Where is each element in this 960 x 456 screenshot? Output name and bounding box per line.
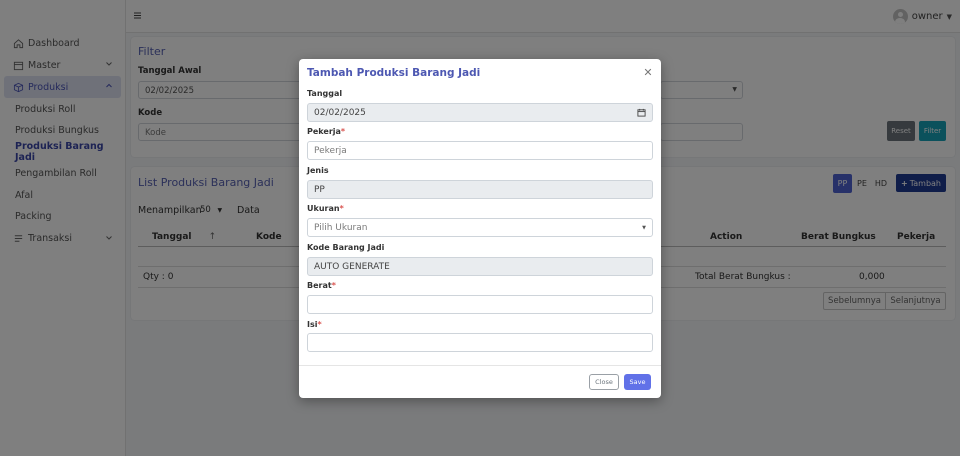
pekerja-label: Pekerja* [307,127,345,136]
jenis-label: Jenis [307,166,329,175]
ukuran-placeholder: Pilih Ukuran [314,222,368,233]
kode-barang-jadi-input[interactable]: AUTO GENERATE [307,257,653,276]
pekerja-input[interactable]: Pekerja [307,141,653,160]
modal-title: Tambah Produksi Barang Jadi [307,67,481,79]
ukuran-label-text: Ukuran [307,204,340,213]
tanggal-label: Tanggal [307,89,343,98]
isi-label-text: Isi [307,320,318,329]
calendar-icon[interactable] [637,108,646,120]
tanggal-input[interactable]: 02/02/2025 [307,103,653,122]
required-mark: * [317,320,322,329]
ukuran-label: Ukuran* [307,204,344,213]
pekerja-placeholder: Pekerja [314,145,347,156]
close-icon[interactable]: ✕ [642,67,654,79]
berat-input[interactable] [307,295,653,314]
tanggal-value: 02/02/2025 [314,107,366,118]
berat-label: Berat* [307,281,336,290]
ukuran-select[interactable]: Pilih Ukuran ▼ [307,218,653,237]
required-mark: * [340,127,346,136]
modal-footer-divider [299,365,661,366]
required-mark: * [339,204,344,213]
isi-label: Isi* [307,320,322,329]
kode-barang-jadi-label: Kode Barang Jadi [307,243,385,252]
berat-label-text: Berat [307,281,332,290]
pekerja-label-text: Pekerja [307,127,341,136]
caret-down-icon: ▼ [642,225,646,231]
save-button[interactable]: Save [624,374,651,390]
close-button[interactable]: Close [589,374,619,390]
jenis-input[interactable]: PP [307,180,653,199]
tambah-produksi-modal: Tambah Produksi Barang Jadi ✕ Tanggal 02… [299,59,661,398]
required-mark: * [331,281,336,290]
isi-input[interactable] [307,333,653,352]
